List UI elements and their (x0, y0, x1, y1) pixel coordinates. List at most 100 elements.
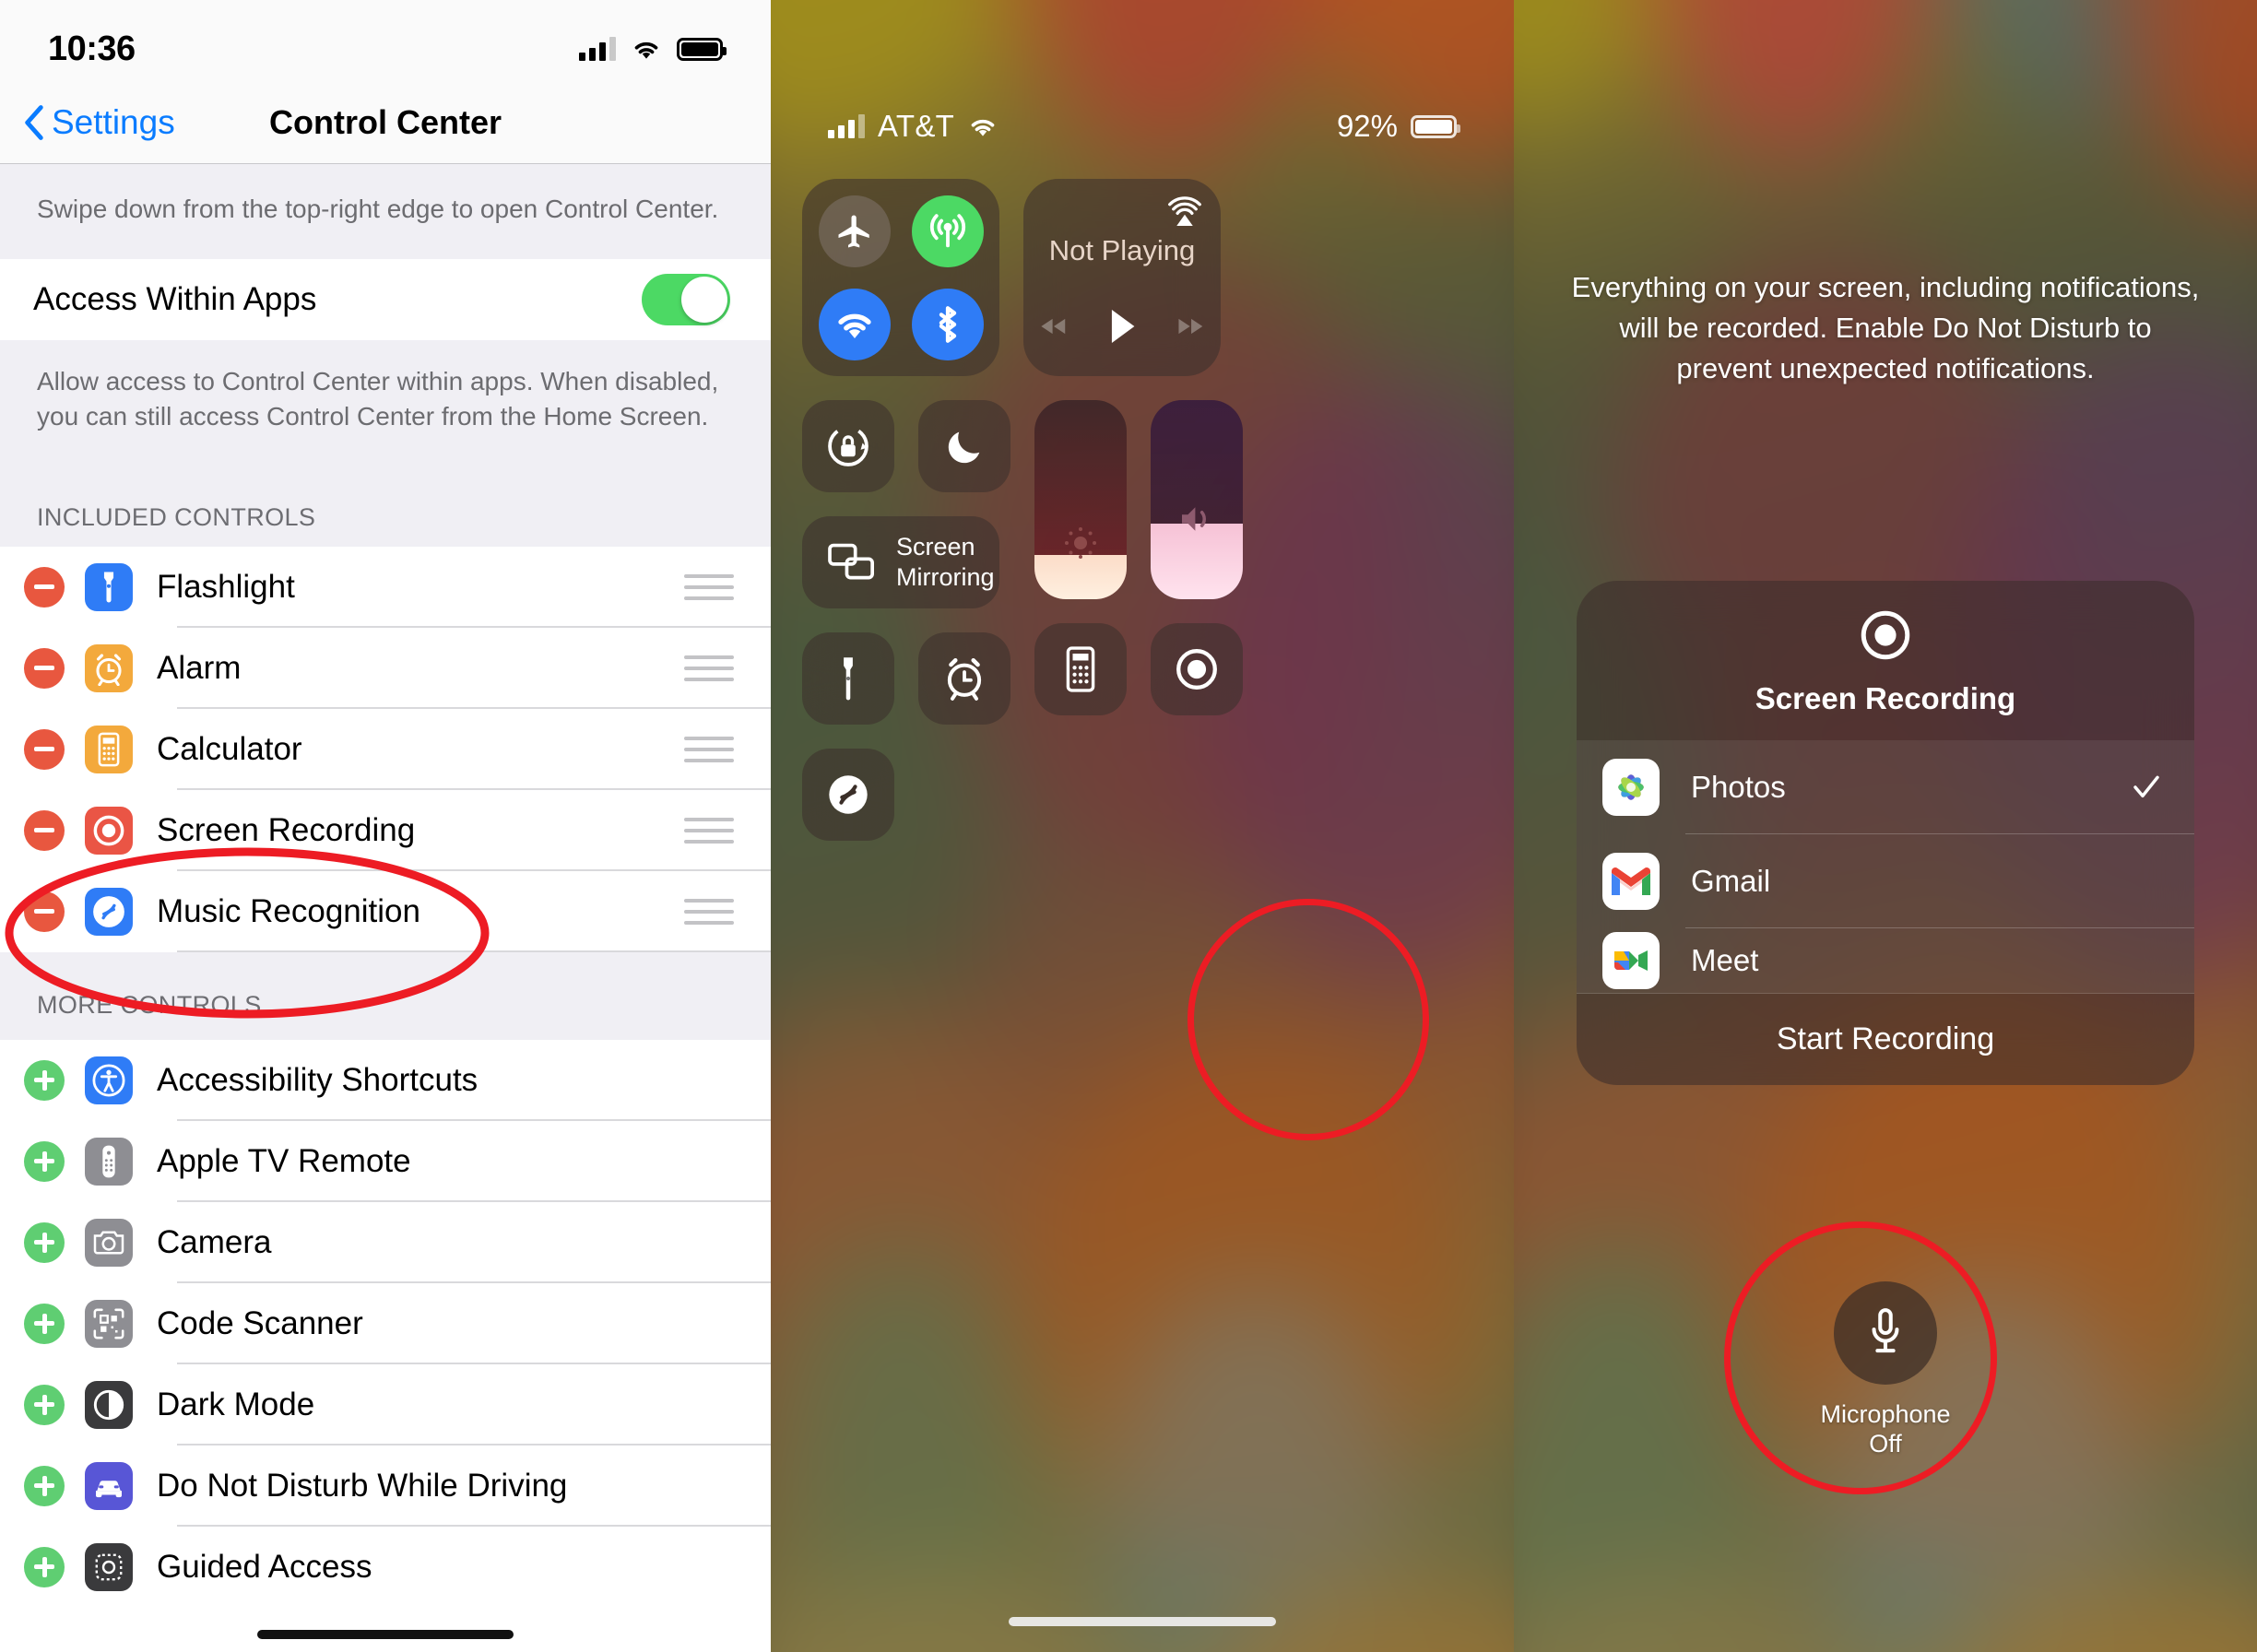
wifi-icon (634, 41, 658, 59)
calculator-icon (1066, 646, 1095, 692)
bluetooth-icon[interactable] (911, 288, 984, 360)
remove-control-button[interactable] (24, 566, 65, 608)
alarm-tile[interactable] (918, 632, 1010, 725)
dark-mode-icon (85, 1380, 133, 1429)
remove-control-button[interactable] (24, 728, 65, 770)
play-icon[interactable] (1107, 306, 1138, 347)
add-control-button[interactable] (24, 1140, 65, 1182)
microphone-button[interactable] (1834, 1281, 1937, 1385)
access-within-apps-note: Allow access to Control Center within ap… (0, 339, 771, 472)
control-center-hint: Swipe down from the top-right edge to op… (0, 164, 771, 259)
drag-handle[interactable] (684, 898, 734, 925)
screen-recording-sheet-panel: Everything on your screen, including not… (1514, 0, 2257, 1652)
moon-icon[interactable] (918, 400, 1010, 492)
drag-handle[interactable] (684, 736, 734, 762)
more-label: Guided Access (157, 1548, 372, 1585)
rewind-icon[interactable] (1040, 314, 1070, 338)
settings-panel: 10:36 Settings Control Center Swipe down… (0, 0, 771, 1652)
add-control-button[interactable] (24, 1546, 65, 1587)
airplane-mode-icon[interactable] (818, 195, 891, 267)
connectivity-tile[interactable] (802, 179, 999, 376)
screen-record-tile[interactable] (1151, 623, 1243, 715)
shazam-tile[interactable] (802, 749, 894, 841)
row-separator (177, 950, 771, 952)
battery-icon (1411, 114, 1460, 138)
calculator-tile[interactable] (1034, 623, 1127, 715)
back-button-label: Settings (52, 102, 175, 141)
brightness-icon (1034, 521, 1127, 565)
screen-mirroring-label: Screen Mirroring (896, 533, 995, 591)
drag-handle[interactable] (684, 655, 734, 681)
now-playing-tile[interactable]: Not Playing (1023, 179, 1221, 376)
flashlight-tile[interactable] (802, 632, 894, 725)
status-bar-time: 10:36 (48, 29, 136, 68)
destination-row-meet[interactable]: Meet (1577, 928, 2194, 993)
microphone-label: Microphone Off (1820, 1400, 1951, 1458)
control-center-grid: Not Playing Screen Mirroring (802, 179, 1483, 841)
more-row-do-not-disturb-while-driving[interactable]: Do Not Disturb While Driving (0, 1445, 771, 1527)
drag-handle[interactable] (684, 573, 734, 600)
flashlight-icon (844, 657, 853, 701)
screen-mirroring-tile[interactable]: Screen Mirroring (802, 516, 999, 608)
add-control-button[interactable] (24, 1221, 65, 1263)
screen-record-icon (1176, 649, 1217, 690)
fast-forward-icon[interactable] (1174, 314, 1204, 338)
add-control-button[interactable] (24, 1059, 65, 1101)
back-button[interactable]: Settings (0, 103, 175, 142)
included-row-flashlight[interactable]: Flashlight (0, 546, 771, 628)
included-controls-header: INCLUDED CONTROLS (0, 471, 771, 547)
included-label: Screen Recording (157, 811, 416, 848)
included-row-alarm[interactable]: Alarm (0, 627, 771, 709)
google-meet-icon (1602, 932, 1660, 989)
screen-mirroring-icon (828, 543, 874, 580)
more-row-code-scanner[interactable]: Code Scanner (0, 1282, 771, 1364)
control-center-panel: AT&T 92% Not Playing Screen Mirroring (771, 0, 1514, 1652)
battery-percent-label: 92% (1336, 109, 1398, 143)
access-within-apps-toggle[interactable] (642, 273, 730, 325)
more-row-camera[interactable]: Camera (0, 1201, 771, 1283)
record-icon (1861, 610, 1910, 660)
drag-handle[interactable] (684, 817, 734, 844)
home-indicator (1009, 1617, 1276, 1626)
cellular-data-icon[interactable] (911, 195, 984, 267)
volume-slider[interactable] (1151, 400, 1243, 599)
home-indicator (257, 1630, 514, 1639)
screen-recording-card-title: Screen Recording (1755, 681, 2016, 715)
add-control-button[interactable] (24, 1465, 65, 1506)
destination-label: Photos (1691, 770, 1786, 804)
add-control-button[interactable] (24, 1303, 65, 1344)
more-row-apple-tv-remote[interactable]: Apple TV Remote (0, 1120, 771, 1202)
included-row-calculator[interactable]: Calculator (0, 708, 771, 790)
included-label: Music Recognition (157, 892, 420, 929)
remove-control-button[interactable] (24, 647, 65, 689)
access-within-apps-label: Access Within Apps (33, 280, 317, 317)
add-control-button[interactable] (24, 1384, 65, 1425)
microphone-toggle[interactable]: Microphone Off (1514, 1281, 2257, 1459)
remove-control-button[interactable] (24, 891, 65, 932)
checkmark-icon (2133, 775, 2159, 798)
gmail-icon (1602, 853, 1660, 910)
rotation-lock-icon[interactable] (802, 400, 894, 492)
airplay-icon[interactable] (1165, 194, 1204, 232)
remove-control-button[interactable] (24, 809, 65, 851)
volume-icon (1151, 499, 1243, 539)
included-row-music-recognition[interactable]: Music Recognition (0, 870, 771, 952)
brightness-slider[interactable] (1034, 400, 1127, 599)
alarm-clock-icon (85, 643, 133, 692)
screen-recording-card: Screen Recording Photos Gmail Meet Start… (1577, 581, 2194, 1085)
more-row-dark-mode[interactable]: Dark Mode (0, 1363, 771, 1446)
navigation-bar: Settings Control Center (0, 81, 771, 164)
screen-recording-card-header: Screen Recording (1577, 581, 2194, 740)
more-label: Camera (157, 1223, 272, 1260)
destination-row-gmail[interactable]: Gmail (1577, 834, 2194, 928)
destination-row-photos[interactable]: Photos (1577, 740, 2194, 834)
access-within-apps-row[interactable]: Access Within Apps (0, 258, 771, 340)
more-label: Do Not Disturb While Driving (157, 1467, 568, 1504)
wifi-icon[interactable] (818, 288, 891, 360)
tv-remote-icon (85, 1137, 133, 1186)
included-row-screen-recording[interactable]: Screen Recording (0, 789, 771, 871)
start-recording-button[interactable]: Start Recording (1577, 993, 2194, 1085)
shazam-icon (829, 775, 868, 814)
more-row-accessibility-shortcuts[interactable]: Accessibility Shortcuts (0, 1039, 771, 1121)
more-row-guided-access[interactable]: Guided Access (0, 1526, 771, 1608)
